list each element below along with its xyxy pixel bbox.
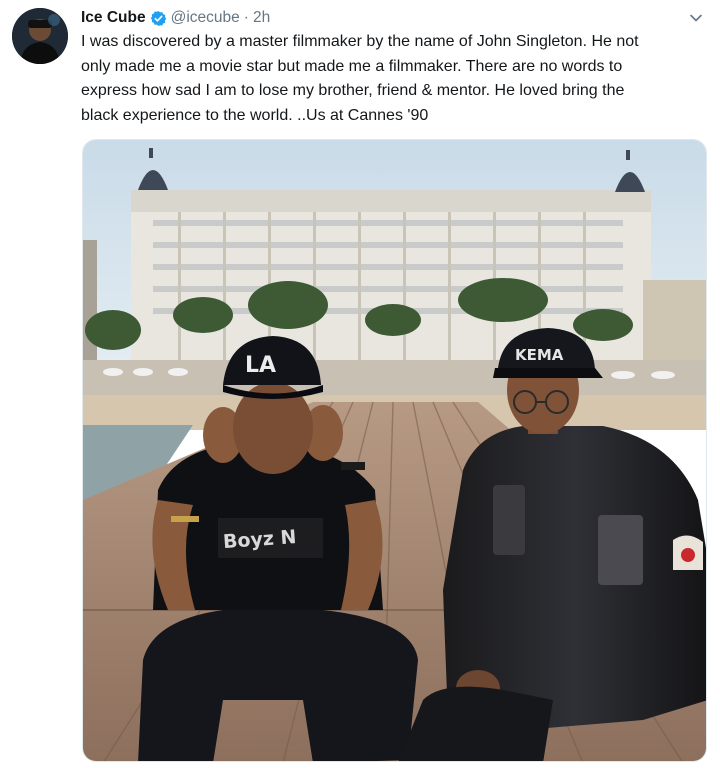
cannes-photo-image: Boyz N LA KEMA	[83, 140, 706, 761]
author-name[interactable]: Ice Cube	[81, 9, 146, 27]
tweet-timestamp[interactable]: 2h	[253, 9, 270, 27]
chevron-down-icon[interactable]	[688, 10, 704, 26]
avatar-image	[12, 8, 68, 64]
tweet-text: I was discovered by a master filmmaker b…	[81, 33, 639, 124]
tweet-photo[interactable]: Boyz N LA KEMA	[82, 139, 707, 762]
cap-logo-text: LA	[245, 353, 276, 378]
header-separator: ·	[243, 9, 249, 26]
author-handle[interactable]: @icecube	[171, 9, 240, 27]
cap-text: KEMA	[515, 346, 564, 364]
verified-badge-icon	[150, 10, 167, 27]
author-avatar[interactable]	[12, 8, 68, 64]
tweet-card: Ice Cube @icecube · 2h I was discovered …	[0, 0, 720, 768]
tweet-header: Ice Cube @icecube · 2h	[81, 6, 270, 30]
